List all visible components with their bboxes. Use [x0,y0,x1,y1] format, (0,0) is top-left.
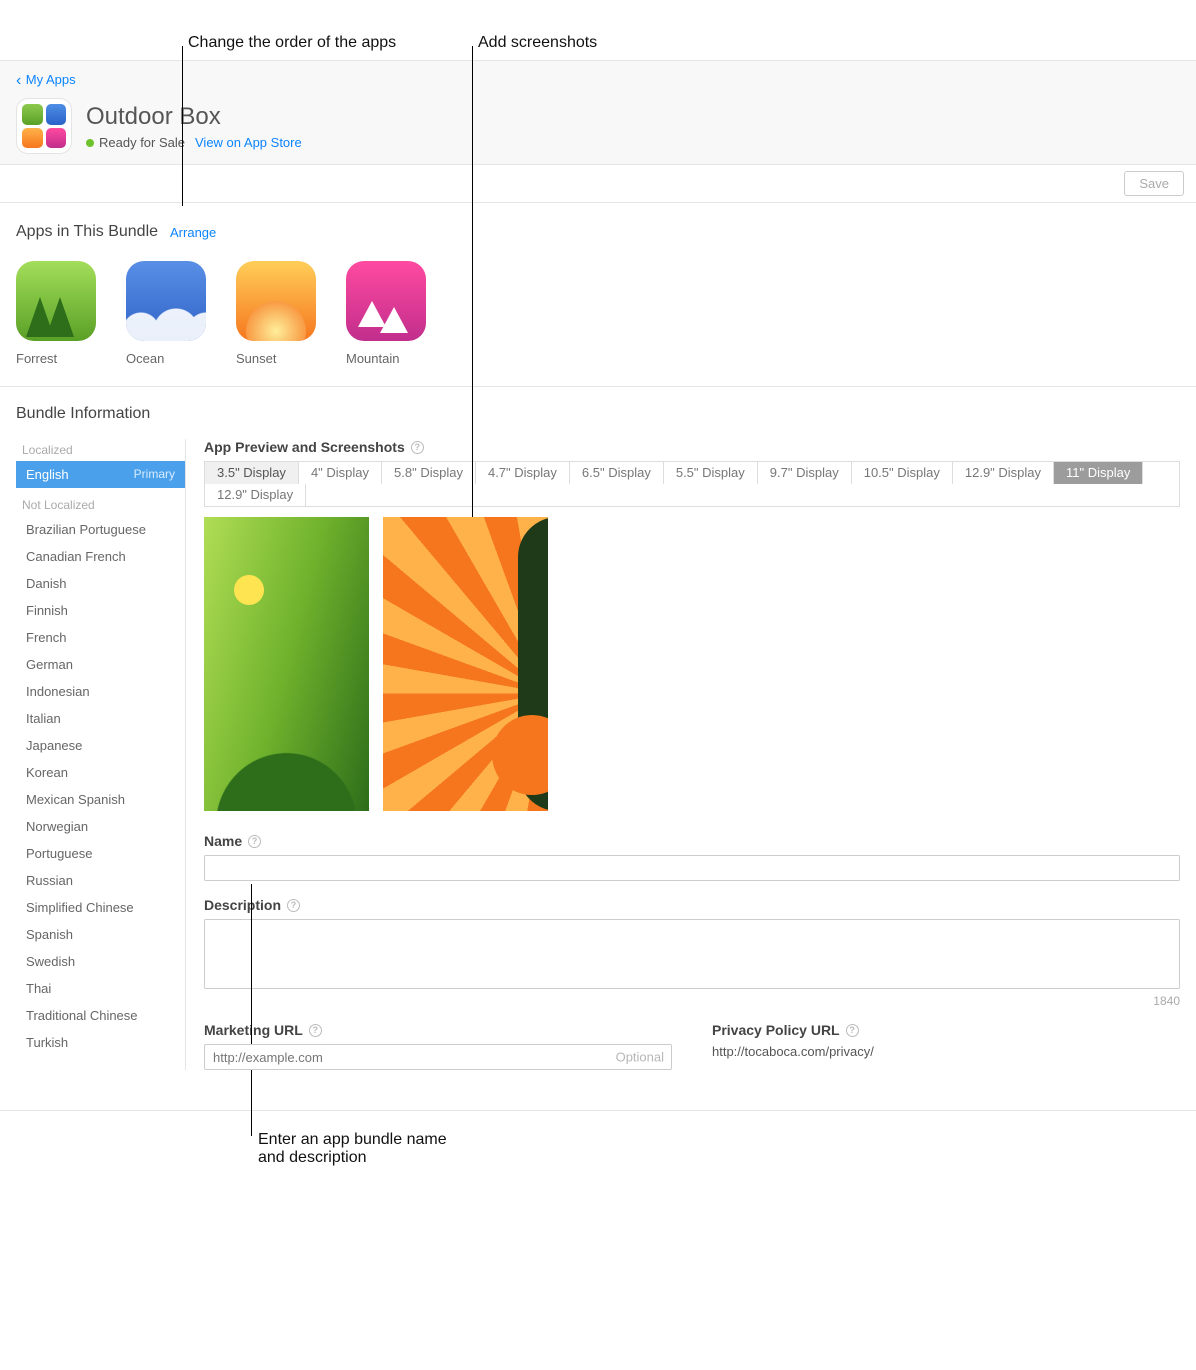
display-size-tab[interactable]: 12.9" Display [205,484,306,506]
language-item[interactable]: Canadian French [16,543,185,570]
primary-tag: Primary [134,467,175,482]
display-size-tab[interactable]: 10.5" Display [852,462,953,484]
language-item[interactable]: French [16,624,185,651]
app-label: Forrest [16,351,96,366]
save-button[interactable]: Save [1124,171,1184,196]
language-item[interactable]: Norwegian [16,813,185,840]
toolbar: Save [0,165,1196,203]
section-heading: Apps in This Bundle [16,223,158,241]
language-item[interactable]: Swedish [16,948,185,975]
bundle-info-section: Bundle Information Localized English Pri… [0,387,1196,1110]
language-item[interactable]: Italian [16,705,185,732]
app-label: Ocean [126,351,206,366]
display-size-tabs: 3.5" Display4" Display5.8" Display4.7" D… [204,461,1180,507]
screenshot-thumbnail[interactable] [204,517,369,811]
app-icon [126,261,206,341]
app-icon [16,261,96,341]
screenshot-row [204,517,1180,811]
display-size-tab[interactable]: 12.9" Display [953,462,1054,484]
app-label: Mountain [346,351,426,366]
description-char-count: 1840 [204,994,1180,1008]
description-input[interactable] [204,919,1180,989]
app-card-sunset[interactable]: Sunset [236,261,316,366]
language-item[interactable]: Indonesian [16,678,185,705]
marketing-url-label: Marketing URL ? [204,1022,672,1038]
display-size-tab[interactable]: 11" Display [1054,462,1143,484]
apps-in-bundle-section: Apps in This Bundle Arrange Forrest Ocea… [0,203,1196,386]
display-size-tab[interactable]: 6.5" Display [570,462,664,484]
display-size-tab[interactable]: 5.8" Display [382,462,476,484]
page-title: Outdoor Box [86,103,302,131]
side-heading-not-localized: Not Localized [16,494,185,516]
language-item[interactable]: Korean [16,759,185,786]
language-item[interactable]: Brazilian Portuguese [16,516,185,543]
marketing-url-input[interactable] [204,1044,672,1070]
annotation-reorder: Change the order of the apps [188,34,396,52]
help-icon[interactable]: ? [309,1024,322,1037]
language-item[interactable]: German [16,651,185,678]
language-sidebar: Localized English Primary Not Localized … [16,439,186,1070]
page-header: My Apps Outdoor Box Ready for Sale View … [0,60,1196,165]
language-item[interactable]: Traditional Chinese [16,1002,185,1029]
language-item[interactable]: Thai [16,975,185,1002]
language-item[interactable]: Japanese [16,732,185,759]
screenshot-thumbnail[interactable] [383,517,548,811]
side-heading-localized: Localized [16,439,185,461]
language-item[interactable]: Simplified Chinese [16,894,185,921]
language-item[interactable]: Portuguese [16,840,185,867]
optional-badge: Optional [616,1050,664,1065]
annotation-enter-name-desc: Enter an app bundle name and description [258,1131,447,1167]
help-icon[interactable]: ? [248,835,261,848]
privacy-url-value: http://tocaboca.com/privacy/ [712,1044,1180,1059]
display-size-tab[interactable]: 5.5" Display [664,462,758,484]
description-label: Description ? [204,897,1180,913]
app-card-ocean[interactable]: Ocean [126,261,206,366]
language-item[interactable]: Finnish [16,597,185,624]
app-label: Sunset [236,351,316,366]
screenshots-label: App Preview and Screenshots ? [204,439,1180,455]
language-item[interactable]: Russian [16,867,185,894]
status-badge: Ready for Sale [86,135,185,150]
app-icon [236,261,316,341]
bundle-icon [16,98,72,154]
privacy-url-label: Privacy Policy URL ? [712,1022,1180,1038]
display-size-tab[interactable]: 9.7" Display [758,462,852,484]
display-size-tab[interactable]: 3.5" Display [205,462,299,484]
annotation-add-screenshots: Add screenshots [478,34,597,52]
display-size-tab[interactable]: 4.7" Display [476,462,570,484]
display-size-tab[interactable]: 4" Display [299,462,382,484]
help-icon[interactable]: ? [846,1024,859,1037]
language-item[interactable]: Turkish [16,1029,185,1056]
language-item-english[interactable]: English Primary [16,461,185,488]
section-heading: Bundle Information [16,405,1180,423]
arrange-link[interactable]: Arrange [170,225,216,240]
app-icon [346,261,426,341]
language-item[interactable]: Mexican Spanish [16,786,185,813]
language-item[interactable]: Danish [16,570,185,597]
help-icon[interactable]: ? [287,899,300,912]
view-on-store-link[interactable]: View on App Store [195,135,302,150]
language-item[interactable]: Spanish [16,921,185,948]
help-icon[interactable]: ? [411,441,424,454]
name-input[interactable] [204,855,1180,881]
app-card-mountain[interactable]: Mountain [346,261,426,366]
back-link[interactable]: My Apps [16,72,76,87]
name-label: Name ? [204,833,1180,849]
app-card-forrest[interactable]: Forrest [16,261,96,366]
